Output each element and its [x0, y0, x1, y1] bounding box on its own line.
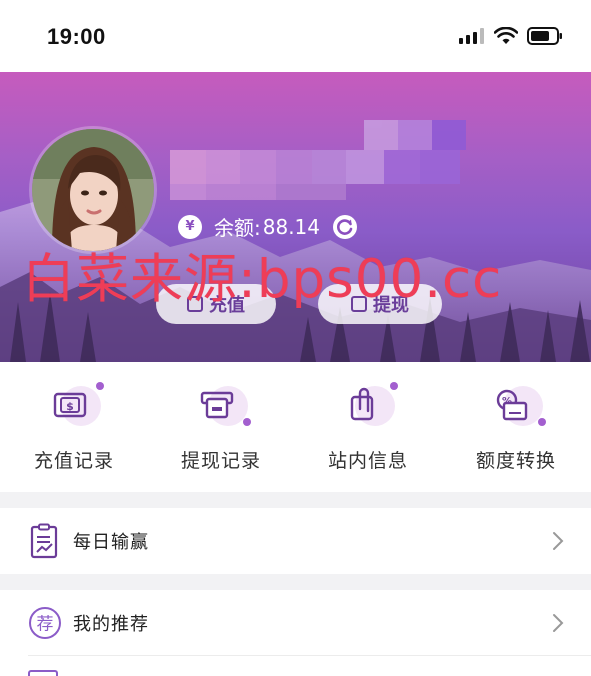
menu-item-daily-win-loss[interactable]: 每日输赢 [0, 508, 591, 574]
quick-action-label: 提现记录 [180, 450, 261, 472]
menu-item-label: 每日输赢 [73, 532, 149, 553]
refresh-icon[interactable] [332, 214, 358, 240]
status-time: 19:00 [47, 24, 106, 49]
recommend-icon-glyph: 荐 [37, 615, 54, 635]
avatar[interactable] [29, 126, 157, 254]
balance-row: ¥ 余额: 88.14 [178, 212, 358, 241]
balance-value: 88.14 [262, 214, 321, 239]
avatar-portrait-icon [32, 129, 154, 251]
username-mosaic [170, 120, 466, 200]
quick-action-site-messages[interactable]: 站内信息 [308, 382, 428, 473]
quick-actions: $ 充值记录 提现记录 站内信息 % 额度转换 [0, 362, 591, 492]
clip-icon [350, 387, 374, 421]
svg-text:$: $ [66, 400, 74, 413]
quick-action-withdraw-records[interactable]: 提现记录 [161, 382, 281, 473]
cellular-signal-icon [459, 28, 484, 44]
watermark-text: 白菜来源:bps00.cc [22, 249, 503, 310]
quick-action-label: 额度转换 [475, 450, 556, 472]
menu-item-label: 我的推荐 [73, 614, 149, 635]
quick-action-quota-transfer[interactable]: % 额度转换 [456, 382, 576, 473]
quick-action-label: 站内信息 [327, 450, 408, 472]
atm-icon [200, 391, 234, 419]
wifi-icon [494, 27, 518, 44]
chevron-right-icon [553, 614, 564, 632]
battery-icon [527, 27, 562, 45]
balance-label: 余额: [214, 216, 261, 240]
percent-icon: % [496, 389, 528, 421]
recommend-icon: 荐 [29, 607, 61, 639]
menu-item-partial[interactable] [0, 656, 591, 676]
yen-icon: ¥ [178, 214, 202, 239]
wallet-icon: $ [53, 392, 87, 418]
partial-menu-icon [28, 670, 58, 676]
quick-action-label: 充值记录 [33, 450, 114, 472]
status-icons [459, 27, 563, 45]
menu-item-my-recommendations[interactable]: 荐 我的推荐 [0, 590, 591, 656]
status-bar: 19:00 [0, 0, 591, 72]
report-icon [30, 523, 58, 559]
chevron-right-icon [553, 532, 564, 550]
quick-action-recharge-records[interactable]: $ 充值记录 [14, 382, 134, 473]
